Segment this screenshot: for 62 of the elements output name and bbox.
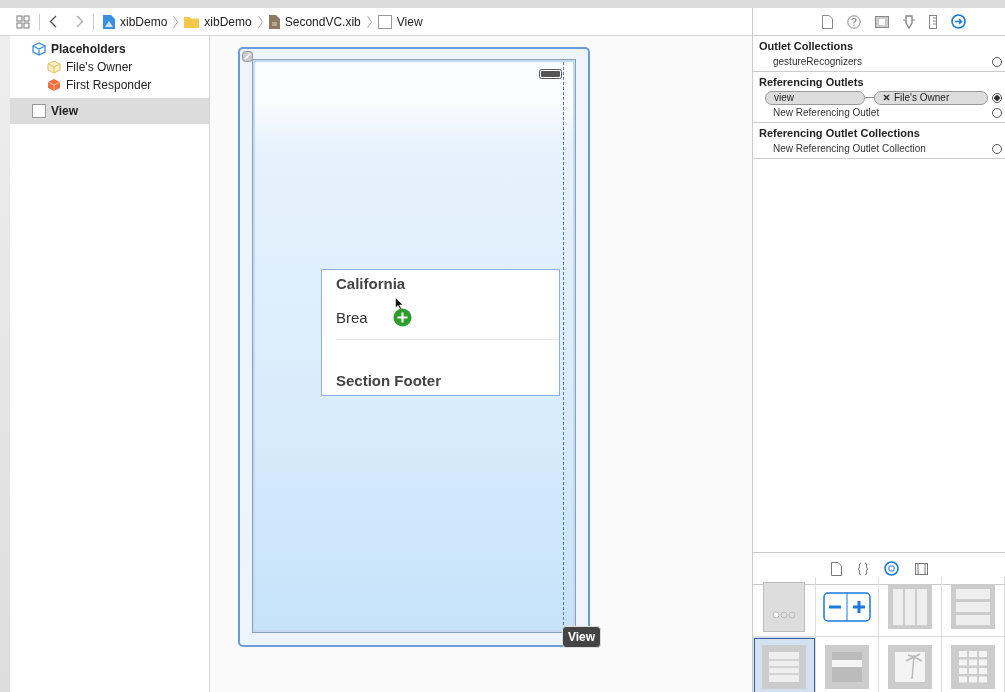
attributes-inspector-tab[interactable] <box>903 14 915 29</box>
table-cell[interactable]: Brea <box>336 309 368 326</box>
cube-icon <box>47 78 61 92</box>
chevron-icon <box>257 14 263 29</box>
connection-circle[interactable] <box>992 107 1002 118</box>
collection-view-icon <box>951 644 995 689</box>
outlet-label: New Referencing Outlet Collection <box>773 143 927 154</box>
image-view-icon <box>888 644 932 689</box>
outline-row[interactable]: View <box>10 98 209 124</box>
table-view[interactable]: California Brea Section Footer <box>321 269 560 396</box>
add-icon <box>393 308 412 327</box>
grid-icon[interactable] <box>16 14 30 29</box>
help-inspector-tab[interactable] <box>847 14 861 29</box>
library-item[interactable] <box>753 637 816 692</box>
folder-icon <box>184 15 200 28</box>
chevron-icon <box>366 14 372 29</box>
connections-inspector-tab[interactable] <box>951 14 966 29</box>
outline-item[interactable]: File's Owner <box>10 58 209 76</box>
breadcrumb[interactable]: View <box>396 14 423 29</box>
stepper-icon <box>823 591 871 622</box>
library-item[interactable] <box>816 577 879 637</box>
forward-icon[interactable] <box>76 15 84 28</box>
section-footer: Section Footer <box>336 372 441 389</box>
cube-icon <box>47 60 61 74</box>
chevron-icon <box>173 14 179 29</box>
outlet-pill[interactable]: view <box>765 90 865 105</box>
section-title: Referencing Outlet Collections <box>758 126 921 141</box>
back-icon[interactable] <box>49 15 57 28</box>
connection-circle[interactable] <box>992 56 1002 67</box>
media-library-tab[interactable] <box>914 562 928 575</box>
object-library-tab[interactable] <box>883 561 899 576</box>
page-control-icon <box>763 581 805 632</box>
close-icon[interactable] <box>242 51 253 62</box>
cube-icon <box>32 42 46 56</box>
breadcrumb[interactable]: SecondVC.xib <box>284 14 361 29</box>
size-inspector-tab[interactable] <box>929 14 937 29</box>
outline-item[interactable]: First Responder <box>10 76 209 94</box>
breadcrumb[interactable]: xibDemo <box>204 14 252 29</box>
section-title: Outlet Collections <box>758 39 855 54</box>
view-icon <box>32 104 46 118</box>
outlet-label: New Referencing Outlet <box>773 107 881 118</box>
view-icon <box>377 14 392 29</box>
view-badge: View <box>562 626 602 648</box>
cursor-icon <box>395 297 404 310</box>
connection-circle[interactable] <box>992 92 1002 103</box>
identity-inspector-tab[interactable] <box>875 15 889 28</box>
battery-icon <box>539 69 562 79</box>
section-header: California <box>336 275 406 292</box>
file-library-tab[interactable] <box>830 561 842 576</box>
section-title: Referencing Outlets <box>758 75 865 90</box>
close-icon <box>883 93 890 101</box>
table-cell-icon <box>825 644 869 689</box>
outlet-label: gestureRecognizers <box>773 56 863 67</box>
breadcrumb[interactable]: xibDemo <box>120 14 168 29</box>
outline-row[interactable]: Placeholders <box>10 40 209 58</box>
outlet-target-pill[interactable]: File's Owner <box>874 90 988 105</box>
connection-circle[interactable] <box>992 143 1002 154</box>
file-inspector-tab[interactable] <box>822 14 833 29</box>
project-file-icon <box>103 14 115 29</box>
code-library-tab[interactable] <box>857 561 868 576</box>
table-view-icon <box>762 644 806 689</box>
document-icon <box>268 14 280 29</box>
